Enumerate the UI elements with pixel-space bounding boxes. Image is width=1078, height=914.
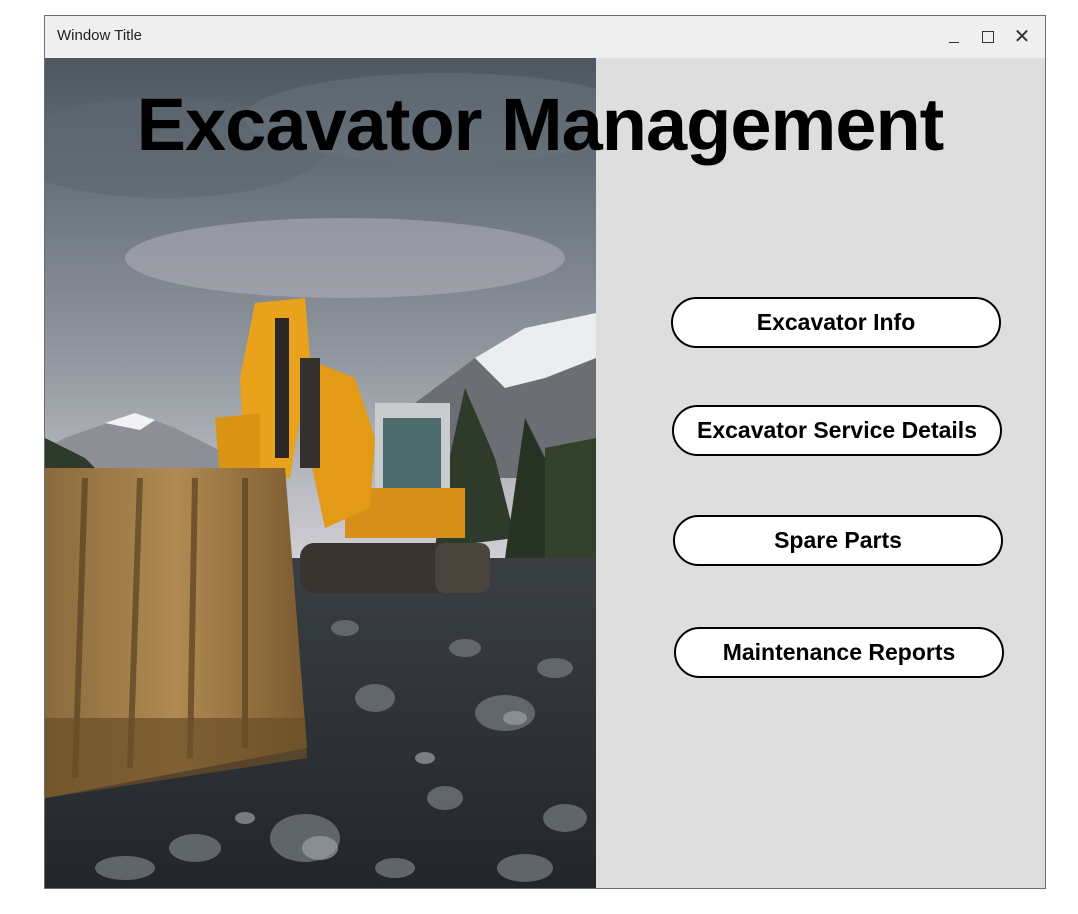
app-heading: Excavator Management	[136, 83, 945, 166]
app-window: Window Title ✕ Excavator Management Exca…	[44, 15, 1046, 889]
close-icon: ✕	[1013, 26, 1031, 48]
minimize-button[interactable]	[941, 24, 967, 50]
maintenance-reports-button[interactable]: Maintenance Reports	[674, 627, 1004, 678]
excavator-photo	[45, 58, 596, 888]
spare-parts-button[interactable]: Spare Parts	[673, 515, 1003, 566]
close-button[interactable]: ✕	[1009, 24, 1035, 50]
maximize-button[interactable]	[975, 24, 1001, 50]
excavator-info-button[interactable]: Excavator Info	[671, 297, 1001, 348]
excavator-service-details-button[interactable]: Excavator Service Details	[672, 405, 1002, 456]
main-content: Excavator Management Excavator Info Exca…	[45, 58, 1045, 888]
maximize-icon	[982, 31, 994, 43]
title-bar[interactable]: Window Title ✕	[45, 16, 1045, 58]
minimize-icon	[949, 41, 959, 43]
window-title: Window Title	[57, 27, 143, 44]
